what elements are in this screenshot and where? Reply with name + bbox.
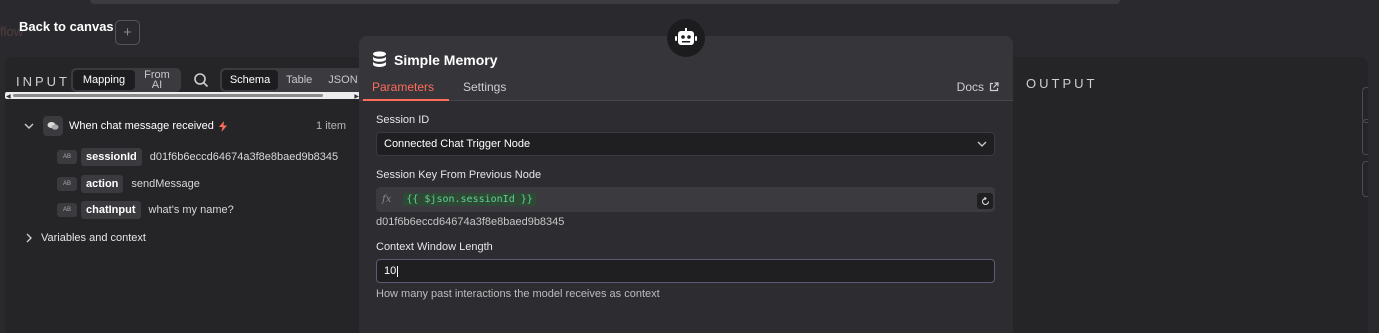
variables-row[interactable]: Variables and context [24,232,146,244]
active-tab-indicator [363,99,449,101]
view-schema[interactable]: Schema [222,70,278,90]
search-icon[interactable] [193,72,209,88]
field-row[interactable]: AB sessionId d01f6b6eccd64674a3f8e8baed9… [57,148,338,166]
trigger-label: When chat message received [69,120,214,132]
add-node-button[interactable]: + [115,20,140,45]
output-title: OUTPUT [1026,76,1098,91]
chevron-right-icon[interactable] [24,233,34,243]
view-json[interactable]: JSON [320,70,360,90]
mode-mapping[interactable]: Mapping [73,70,135,90]
chat-icon [43,116,63,136]
string-type-icon: AB [57,203,77,217]
open-expression-editor-button[interactable] [977,193,993,209]
input-title: INPUT [16,74,70,89]
session-id-label: Session ID [376,114,430,126]
context-window-input[interactable]: 10 [376,259,995,283]
tab-settings[interactable]: Settings [463,80,506,94]
tab-parameters[interactable]: Parameters [372,80,434,94]
session-key-label: Session Key From Previous Node [376,169,542,181]
mode-from-ai[interactable]: From AI [135,70,179,91]
context-window-label: Context Window Length [376,241,493,253]
edge-handle[interactable] [1362,119,1368,155]
session-key-expression-input[interactable]: fx {{ $json.sessionId }} [376,187,995,212]
expression-code: {{ $json.sessionId }} [403,193,536,206]
input-header: INPUT Mapping From AI Schema Table JSON [5,68,360,94]
field-value: sendMessage [131,178,200,190]
chevron-down-icon[interactable] [24,121,34,131]
mode-toggle: Mapping From AI [71,68,181,92]
chevron-down-icon [977,141,987,147]
edge-handle[interactable] [1362,161,1368,197]
scrollbar-thumb[interactable] [13,94,323,97]
context-window-hint: How many past interactions the model rec… [376,288,660,300]
top-strip [90,0,1120,4]
view-table[interactable]: Table [278,70,320,90]
field-row[interactable]: AB action sendMessage [57,175,200,193]
refresh-icon [981,196,989,205]
fx-icon: fx [382,194,392,205]
edge-handle[interactable] [1362,87,1368,123]
docs-label: Docs [956,80,984,94]
bolt-icon [218,120,227,132]
session-id-select[interactable]: Connected Chat Trigger Node [376,132,995,156]
text-caret [397,265,399,277]
view-toggle: Schema Table JSON [220,68,360,92]
back-to-canvas-button[interactable]: Back to canvas [19,19,114,34]
trigger-item-count: 1 item [316,120,346,132]
trigger-row[interactable]: When chat message received 1 item [24,116,346,136]
output-panel: OUTPUT [1012,57,1368,333]
robot-icon [667,19,705,57]
field-value: what's my name? [148,204,234,216]
session-key-resolved-value: d01f6b6eccd64674a3f8e8baed9b8345 [376,216,565,228]
variables-label: Variables and context [41,232,146,244]
node-title: Simple Memory [394,52,498,68]
node-settings-panel: Simple Memory Parameters Settings Docs S… [359,36,1013,333]
horizontal-scrollbar[interactable]: ◀ ▶ [5,92,360,100]
docs-link[interactable]: Docs [957,80,999,94]
database-icon [373,51,386,67]
session-id-value: Connected Chat Trigger Node [384,138,531,150]
external-link-icon [989,82,999,92]
field-name[interactable]: chatInput [81,201,141,219]
field-row[interactable]: AB chatInput what's my name? [57,201,234,219]
context-window-value: 10 [384,265,397,277]
string-type-icon: AB [57,177,77,191]
field-name[interactable]: action [81,175,124,193]
input-panel: INPUT Mapping From AI Schema Table JSON … [5,57,360,333]
field-name[interactable]: sessionId [81,148,142,166]
field-value: d01f6b6eccd64674a3f8e8baed9b8345 [149,151,339,163]
string-type-icon: AB [57,150,77,164]
scroll-left-icon[interactable]: ◀ [6,93,11,100]
